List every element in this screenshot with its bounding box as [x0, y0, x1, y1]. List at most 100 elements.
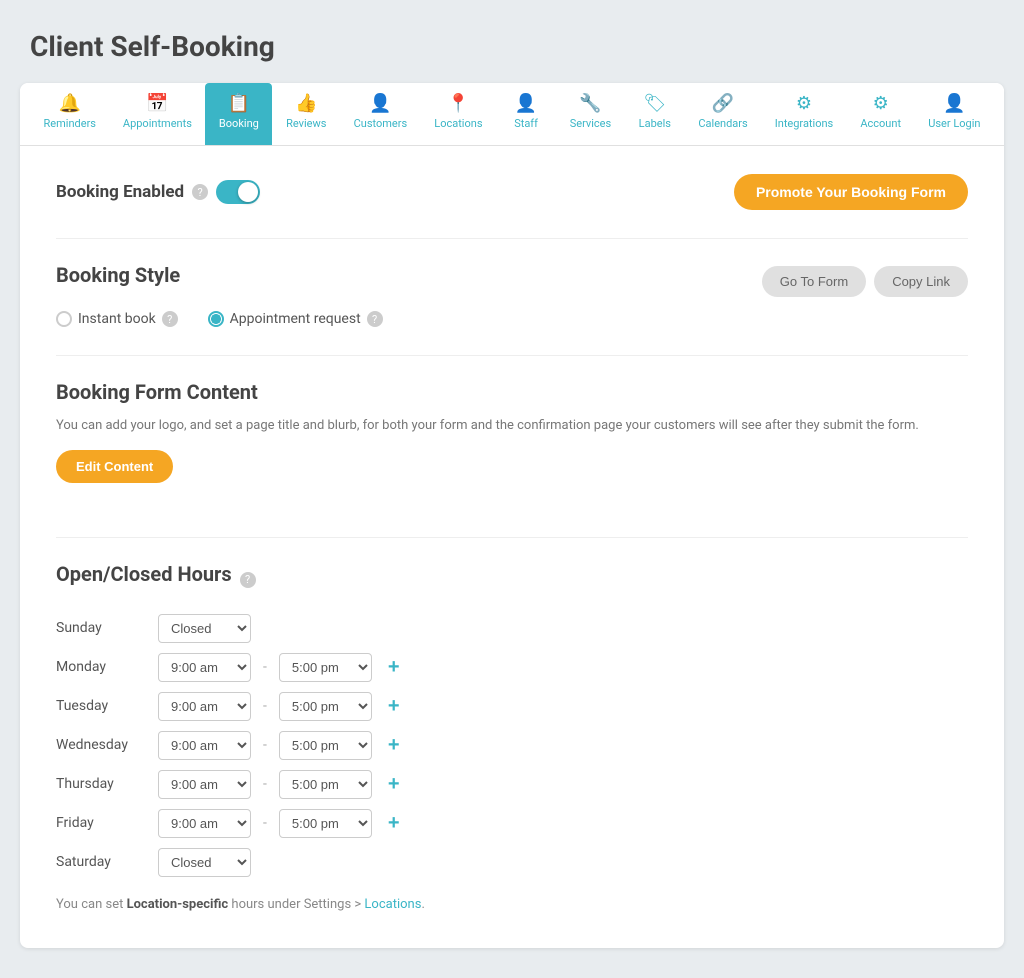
booking-form-content-title: Booking Form Content — [56, 380, 968, 404]
end-time-wednesday[interactable]: 12:00 am12:30 am1:00 am1:30 am2:00 am2:3… — [279, 731, 372, 760]
radio-instant-circle — [56, 311, 72, 327]
day-label-tuesday: Tuesday — [56, 698, 146, 714]
nav-item-user-login[interactable]: 👤 User Login — [915, 83, 994, 145]
start-time-friday[interactable]: 12:00 am12:30 am1:00 am1:30 am2:00 am2:3… — [158, 809, 251, 838]
account-icon: ⚙ — [873, 95, 889, 113]
divider-1 — [56, 238, 968, 239]
promote-booking-form-button[interactable]: Promote Your Booking Form — [734, 174, 968, 210]
add-time-slot-friday[interactable]: + — [384, 813, 404, 833]
time-dash: - — [263, 776, 267, 792]
nav-label-locations: Locations — [434, 117, 482, 130]
services-icon: 🔧 — [579, 95, 601, 113]
start-time-thursday[interactable]: 12:00 am12:30 am1:00 am1:30 am2:00 am2:3… — [158, 770, 251, 799]
location-note-prefix: You can set — [56, 897, 127, 912]
start-time-wednesday[interactable]: 12:00 am12:30 am1:00 am1:30 am2:00 am2:3… — [158, 731, 251, 760]
booking-form-content-desc: You can add your logo, and set a page ti… — [56, 416, 968, 436]
radio-instant-book[interactable]: Instant book ? — [56, 311, 178, 327]
nav-label-calendars: Calendars — [698, 117, 747, 130]
nav-label-integrations: Integrations — [775, 117, 833, 130]
add-time-slot-thursday[interactable]: + — [384, 774, 404, 794]
calendars-icon: 🔗 — [712, 95, 734, 113]
nav-item-services[interactable]: 🔧 Services — [556, 83, 625, 145]
booking-enabled-label: Booking Enabled — [56, 182, 184, 202]
nav-item-appointments[interactable]: 📅 Appointments — [110, 83, 206, 145]
edit-content-button[interactable]: Edit Content — [56, 450, 173, 483]
hours-table: SundayClosed12:00 am12:30 am1:00 am1:30 … — [56, 614, 968, 877]
booking-enabled-toggle[interactable] — [216, 180, 260, 204]
radio-appointment-request[interactable]: Appointment request ? — [208, 311, 383, 327]
thumbsup-icon: 👍 — [295, 95, 317, 113]
day-label-monday: Monday — [56, 659, 146, 675]
nav-label-appointments: Appointments — [123, 117, 192, 130]
hours-row: Monday 12:00 am12:30 am1:00 am1:30 am2:00… — [56, 653, 968, 682]
nav-item-account[interactable]: ⚙ Account — [847, 83, 915, 145]
nav-item-integrations[interactable]: ⚙ Integrations — [761, 83, 846, 145]
radio-appointment-circle — [208, 311, 224, 327]
closed-select-saturday[interactable]: Closed12:00 am12:30 am1:00 am1:30 am2:00… — [158, 848, 251, 877]
day-label-friday: Friday — [56, 815, 146, 831]
add-time-slot-tuesday[interactable]: + — [384, 696, 404, 716]
main-card: 🔔 Reminders 📅 Appointments 📋 Booking 👍 R… — [20, 83, 1004, 948]
divider-3 — [56, 537, 968, 538]
copy-link-button[interactable]: Copy Link — [874, 266, 968, 297]
labels-icon: 🏷 — [643, 95, 666, 113]
hours-help-icon[interactable]: ? — [240, 572, 256, 588]
hours-row: SundayClosed12:00 am12:30 am1:00 am1:30 … — [56, 614, 968, 643]
day-label-saturday: Saturday — [56, 854, 146, 870]
day-label-wednesday: Wednesday — [56, 737, 146, 753]
end-time-tuesday[interactable]: 12:00 am12:30 am1:00 am1:30 am2:00 am2:3… — [279, 692, 372, 721]
staff-icon: 👤 — [515, 95, 537, 113]
end-time-monday[interactable]: 12:00 am12:30 am1:00 am1:30 am2:00 am2:3… — [279, 653, 372, 682]
booking-enabled-left: Booking Enabled ? — [56, 180, 260, 204]
nav-label-reviews: Reviews — [286, 117, 326, 130]
booking-enabled-help-icon[interactable]: ? — [192, 184, 208, 200]
nav-label-staff: Staff — [514, 117, 538, 130]
hours-row: Thursday12:00 am12:30 am1:00 am1:30 am2:… — [56, 770, 968, 799]
go-to-form-button[interactable]: Go To Form — [762, 266, 866, 297]
nav-item-reminders[interactable]: 🔔 Reminders — [30, 83, 110, 145]
calendar-icon: 📅 — [146, 95, 168, 113]
nav-label-user-login: User Login — [928, 117, 980, 130]
nav-label-services: Services — [570, 117, 611, 130]
end-time-thursday[interactable]: 12:00 am12:30 am1:00 am1:30 am2:00 am2:3… — [279, 770, 372, 799]
nav-item-locations[interactable]: 📍 Locations — [421, 83, 496, 145]
end-time-friday[interactable]: 12:00 am12:30 am1:00 am1:30 am2:00 am2:3… — [279, 809, 372, 838]
nav-item-calendars[interactable]: 🔗 Calendars — [685, 83, 761, 145]
integrations-icon: ⚙ — [796, 95, 812, 113]
hours-row: Friday 12:00 am12:30 am1:00 am1:30 am2:00… — [56, 809, 968, 838]
location-icon: 📍 — [447, 95, 469, 113]
user-login-icon: 👤 — [943, 95, 965, 113]
location-note-bold: Location-specific — [127, 897, 229, 912]
booking-style-buttons: Go To Form Copy Link — [762, 266, 968, 297]
nav-item-labels[interactable]: 🏷 Labels — [625, 83, 685, 145]
add-time-slot-wednesday[interactable]: + — [384, 735, 404, 755]
closed-select-sunday[interactable]: Closed12:00 am12:30 am1:00 am1:30 am2:00… — [158, 614, 251, 643]
radio-instant-label: Instant book — [78, 311, 156, 327]
divider-2 — [56, 355, 968, 356]
start-time-monday[interactable]: 12:00 am12:30 am1:00 am1:30 am2:00 am2:3… — [158, 653, 251, 682]
nav-label-booking: Booking — [219, 117, 259, 130]
content-area: Booking Enabled ? Promote Your Booking F… — [20, 146, 1004, 948]
nav-item-reviews[interactable]: 👍 Reviews — [272, 83, 340, 145]
nav-item-customers[interactable]: 👤 Customers — [340, 83, 421, 145]
radio-appointment-label: Appointment request — [230, 311, 361, 327]
location-note: You can set Location-specific hours unde… — [56, 897, 968, 912]
instant-book-help-icon[interactable]: ? — [162, 311, 178, 327]
toggle-track — [216, 180, 260, 204]
add-time-slot-monday[interactable]: + — [384, 657, 404, 677]
hours-row: Wednesday 12:00 am12:30 am1:00 am1:30 am2… — [56, 731, 968, 760]
booking-style-radio-row: Instant book ? Appointment request ? — [56, 311, 968, 327]
toggle-thumb — [238, 182, 258, 202]
bell-icon: 🔔 — [59, 95, 81, 113]
start-time-tuesday[interactable]: 12:00 am12:30 am1:00 am1:30 am2:00 am2:3… — [158, 692, 251, 721]
locations-link[interactable]: Locations — [364, 897, 421, 912]
hours-title-row: Open/Closed Hours ? — [56, 562, 968, 598]
hours-title: Open/Closed Hours — [56, 562, 232, 586]
booking-style-title: Booking Style — [56, 263, 180, 287]
hours-row: Saturday Closed12:00 am12:30 am1:00 am1:3… — [56, 848, 968, 877]
nav-bar: 🔔 Reminders 📅 Appointments 📋 Booking 👍 R… — [20, 83, 1004, 146]
appointment-request-help-icon[interactable]: ? — [367, 311, 383, 327]
nav-item-staff[interactable]: 👤 Staff — [496, 83, 556, 145]
nav-item-booking[interactable]: 📋 Booking — [205, 83, 272, 145]
nav-label-customers: Customers — [354, 117, 408, 130]
